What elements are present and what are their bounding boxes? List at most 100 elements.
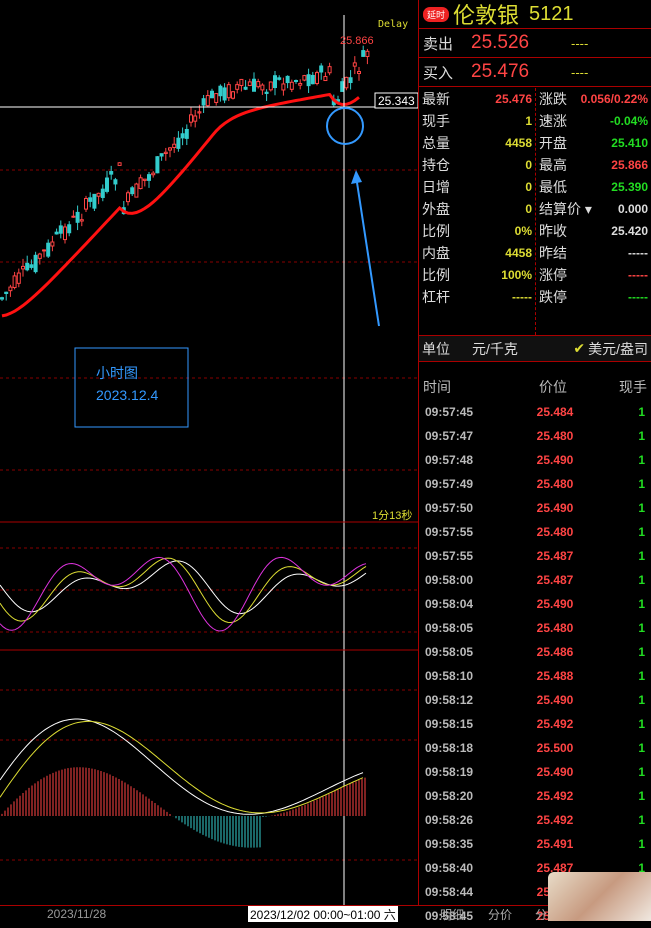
- tick-price: 25.492: [536, 717, 574, 731]
- ticks-list[interactable]: 09:57:45 25.484 1 09:57:47 25.480 1 09:57:48 25…: [419, 400, 651, 928]
- tick-price: 25.500: [536, 741, 574, 755]
- tick-row: 09:57:49 25.480 1: [419, 472, 651, 496]
- candle: [105, 177, 109, 192]
- tick-volume: 1: [638, 741, 645, 755]
- stat-value: -0.04%: [609, 114, 648, 128]
- annotation-date: 2023.12.4: [96, 387, 158, 403]
- unit-option[interactable]: 美元/盎司: [588, 339, 648, 359]
- tab-minute[interactable]: 分: [535, 906, 547, 922]
- candle: [205, 95, 210, 107]
- tick-price: 25.484: [536, 405, 574, 419]
- col-volume: 现手: [619, 379, 647, 395]
- tick-time: 09:58:10: [425, 669, 474, 683]
- instrument-header: 延时 伦敦银 5121: [419, 0, 651, 29]
- tick-volume: 1: [638, 717, 645, 731]
- stat-row: 跌停 -----: [539, 286, 648, 308]
- stat-row: 比例 0%: [422, 220, 532, 242]
- candle: [58, 225, 63, 234]
- stat-value: 0.056/0.22%: [580, 92, 648, 106]
- stat-row: 速涨 -0.04%: [539, 110, 648, 132]
- candle: [218, 85, 223, 97]
- stat-label: 比例: [422, 223, 450, 239]
- stat-row: 涨跌 0.056/0.22%: [539, 88, 648, 110]
- stat-value: 100%: [501, 268, 532, 282]
- date-left: 2023/11/28: [47, 907, 107, 921]
- candle: [306, 74, 311, 87]
- candle: [50, 241, 55, 247]
- stat-label: 最新: [422, 91, 450, 107]
- tick-time: 09:58:05: [425, 645, 474, 659]
- tick-row: 09:57:48 25.490 1: [419, 448, 651, 472]
- tick-row: 09:58:35 25.491 1: [419, 832, 651, 856]
- avatar[interactable]: [548, 872, 651, 921]
- candle: [147, 174, 151, 181]
- stat-label: 比例: [422, 267, 450, 283]
- stat-label: 日增: [422, 179, 450, 195]
- candle: [344, 76, 349, 89]
- candle: [281, 83, 286, 91]
- tab-detail[interactable]: 明细: [440, 906, 464, 922]
- tick-volume: 1: [638, 765, 645, 779]
- stat-value: -----: [512, 290, 532, 304]
- stat-value: -----: [628, 290, 648, 304]
- candle: [100, 188, 105, 198]
- quote-panel: 延时 伦敦银 5121 卖出 25.526 ---- 买入 25.476 ---…: [418, 0, 651, 923]
- candle: [323, 76, 328, 82]
- candle: [117, 162, 122, 166]
- tick-volume: 1: [638, 453, 645, 467]
- tick-volume: 1: [638, 525, 645, 539]
- stat-label: 开盘: [539, 135, 567, 151]
- stat-value: 0: [525, 158, 532, 172]
- candle: [4, 291, 9, 294]
- instrument-code: 5121: [529, 2, 574, 25]
- candle: [243, 86, 248, 90]
- buy-row: 买入 25.476 ----: [419, 58, 651, 87]
- tick-price: 25.480: [536, 429, 574, 443]
- candle: [340, 81, 345, 92]
- tick-price: 25.490: [536, 693, 574, 707]
- tick-time: 09:57:50: [425, 501, 474, 515]
- stat-row: 持仓 0: [422, 154, 532, 176]
- tick-time: 09:58:26: [425, 813, 474, 827]
- stat-row: 最低 25.390: [539, 176, 648, 198]
- tick-row: 09:58:26 25.492 1: [419, 808, 651, 832]
- stat-value: 0: [525, 202, 532, 216]
- candle: [210, 90, 214, 99]
- stat-label: 最高: [539, 157, 567, 173]
- tick-price: 25.488: [536, 669, 574, 683]
- candle: [285, 75, 290, 84]
- tick-time: 09:57:55: [425, 525, 474, 539]
- candle: [226, 84, 231, 99]
- annotation-title: 小时图: [96, 365, 138, 381]
- stat-value: 1: [525, 114, 532, 128]
- tick-time: 09:58:44: [425, 885, 474, 899]
- tick-volume: 1: [638, 549, 645, 563]
- stat-row: 结算价 ▾ 0.000: [539, 198, 648, 220]
- stat-label: 最低: [539, 179, 567, 195]
- candle: [159, 153, 164, 157]
- candle: [231, 91, 235, 99]
- unit-label: 单位: [422, 340, 450, 357]
- tab-price-split[interactable]: 分价: [488, 906, 512, 922]
- tick-time: 09:58:20: [425, 789, 474, 803]
- macd-line: [0, 720, 364, 814]
- kdj-line: [0, 560, 367, 615]
- tick-price: 25.480: [536, 477, 574, 491]
- candle: [134, 183, 139, 198]
- candle: [46, 242, 51, 257]
- tick-time: 09:58:15: [425, 717, 474, 731]
- price-chart[interactable]: 25.343 Delay 25.866 小时图 2023.12.4 1分13秒: [0, 0, 418, 905]
- tick-time: 09:57:45: [425, 405, 474, 419]
- candle: [96, 192, 101, 197]
- tick-time: 09:58:35: [425, 837, 474, 851]
- tick-volume: 1: [638, 405, 645, 419]
- tick-time: 09:58:04: [425, 597, 474, 611]
- tick-time: 09:58:12: [425, 693, 474, 707]
- unit-value[interactable]: 元/千克: [472, 339, 573, 359]
- tick-time: 09:57:47: [425, 429, 474, 443]
- delay-label: Delay: [378, 19, 408, 30]
- candle: [88, 197, 93, 202]
- stat-value: 0: [525, 180, 532, 194]
- instrument-name: 伦敦银: [453, 4, 520, 29]
- tick-volume: 1: [638, 669, 645, 683]
